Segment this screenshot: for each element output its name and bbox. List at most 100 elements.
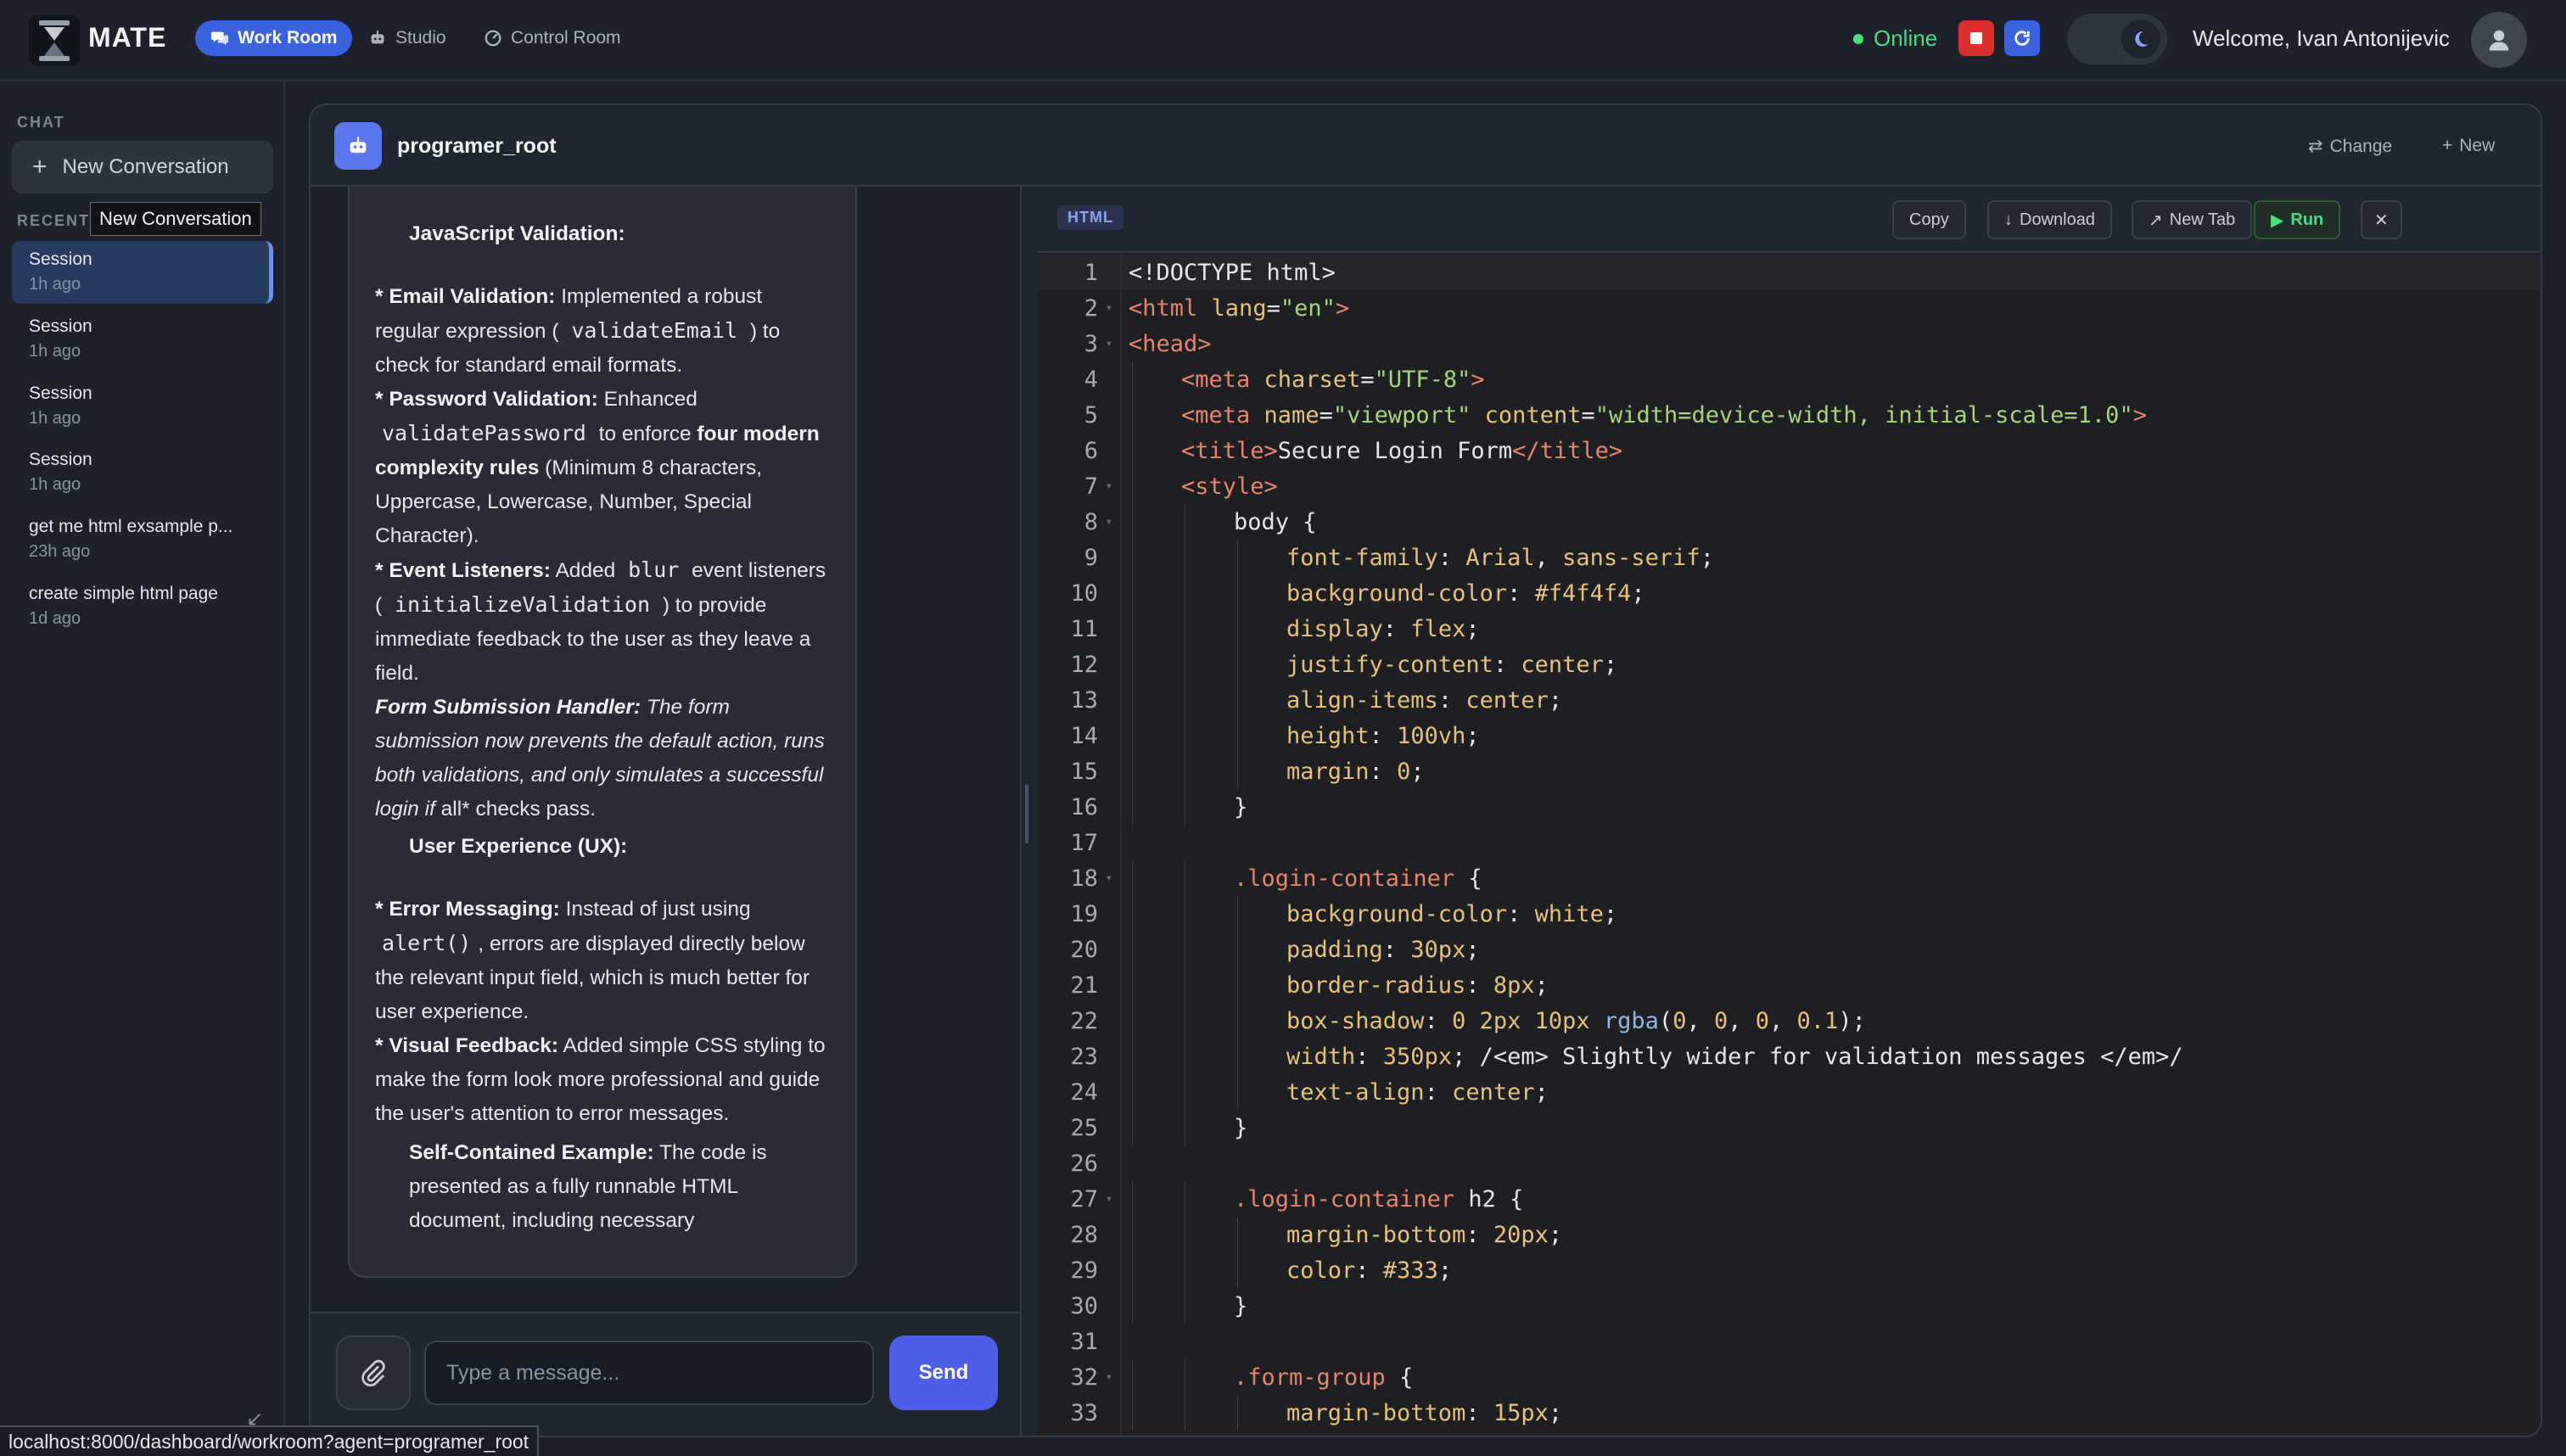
nav-studio-label: Studio (395, 28, 446, 48)
nav-work-room[interactable]: Work Room (195, 20, 353, 56)
change-agent-button[interactable]: ⇄ Change (2308, 136, 2392, 157)
nav-control-room[interactable]: Control Room (468, 20, 636, 56)
line-number: 9 (1084, 544, 1098, 571)
line-number: 2 (1084, 294, 1098, 322)
run-button[interactable]: ▶ Run (2254, 200, 2341, 239)
code-line: 22 box-shadow: 0 2px 10px rgba(0, 0, 0, 0… (1037, 1003, 2541, 1039)
code-line: 23 width: 350px; /<em> Slightly wider for… (1037, 1039, 2541, 1074)
code-line: 2 ▾ <html lang="en"> (1037, 290, 2541, 326)
code-toolbar: HTML Copy ↓ Download ↗ New Tab ▶ Run ✕ (1037, 187, 2541, 253)
code-text: margin-bottom: 20px; (1286, 1221, 1563, 1248)
nav-work-room-label: Work Room (238, 28, 338, 48)
new-button[interactable]: + New (2442, 136, 2495, 156)
line-number: 30 (1070, 1292, 1098, 1319)
external-link-icon: ↗ (2149, 210, 2163, 230)
copy-button[interactable]: Copy (1892, 200, 1966, 239)
line-number: 22 (1070, 1007, 1098, 1034)
line-number: 13 (1070, 686, 1098, 714)
code-line: 12 justify-content: center; (1037, 647, 2541, 682)
send-button[interactable]: Send (889, 1336, 998, 1410)
new-tab-button[interactable]: ↗ New Tab (2132, 200, 2253, 239)
user-avatar[interactable] (2471, 12, 2527, 68)
code-line: 21 border-radius: 8px; (1037, 967, 2541, 1003)
code-text: border-radius: 8px; (1286, 972, 1549, 999)
robot-icon (371, 30, 384, 44)
refresh-button[interactable] (2004, 20, 2040, 56)
code-text: <title>Secure Login Form</title> (1181, 437, 1623, 464)
session-item[interactable]: Session 1h ago (12, 441, 273, 504)
session-time: 1h ago (29, 475, 81, 494)
code-text: box-shadow: 0 2px 10px rgba(0, 0, 0, 0.1… (1286, 1007, 1866, 1034)
logo-icon[interactable] (29, 15, 80, 66)
code-text: .login-container { (1234, 865, 1482, 892)
line-number: 5 (1084, 401, 1098, 428)
code-line: 25} (1037, 1110, 2541, 1145)
copy-label: Copy (1909, 210, 1949, 229)
fold-arrow-icon[interactable]: ▾ (1098, 301, 1120, 315)
code-text: background-color: #f4f4f4; (1286, 580, 1645, 607)
stop-button[interactable] (1958, 20, 1994, 56)
line-number: 21 (1070, 972, 1098, 999)
new-conversation-button[interactable]: + New Conversation (12, 141, 273, 193)
run-label: Run (2290, 210, 2324, 229)
attach-button[interactable] (336, 1336, 411, 1410)
line-number: 23 (1070, 1043, 1098, 1070)
code-text: margin: 0; (1286, 758, 1425, 785)
line-number: 20 (1070, 936, 1098, 963)
chat-bubbles-icon (210, 31, 229, 46)
code-line: 4 <meta charset="UTF-8"> (1037, 361, 2541, 397)
gauge-icon (485, 30, 501, 47)
session-time: 1d ago (29, 609, 81, 628)
new-conversation-tooltip: New Conversation (90, 202, 261, 236)
message-heading: JavaScript Validation: (409, 222, 625, 245)
assistant-message: JavaScript Validation: * Email Validatio… (348, 187, 857, 1278)
line-number: 26 (1070, 1150, 1098, 1177)
message-input[interactable]: Type a message... (424, 1341, 874, 1405)
code-line: 26 (1037, 1145, 2541, 1181)
status-label: Online (1874, 25, 1938, 51)
nav-studio[interactable]: Studio (353, 20, 462, 56)
fold-arrow-icon[interactable]: ▾ (1098, 515, 1120, 529)
code-text: <!DOCTYPE html> (1129, 259, 1336, 286)
session-item[interactable]: Session 1h ago (12, 375, 273, 438)
session-item[interactable]: Session 1h ago (12, 241, 273, 304)
download-button[interactable]: ↓ Download (1987, 200, 2112, 239)
line-number: 1 (1084, 259, 1098, 286)
fold-arrow-icon[interactable]: ▾ (1098, 871, 1120, 885)
workroom-panel: programer_root ⇄ Change + New JavaScript… (309, 104, 2542, 1437)
code-line: 17 (1037, 825, 2541, 860)
line-number: 15 (1070, 758, 1098, 785)
line-number: 31 (1070, 1328, 1098, 1355)
message-paragraph: Form Submission Handler: The form submis… (375, 696, 825, 820)
fold-arrow-icon[interactable]: ▾ (1098, 1370, 1120, 1384)
panel-resize-handle[interactable] (1025, 784, 1028, 843)
status-dot-icon (1853, 33, 1863, 44)
play-icon: ▶ (2271, 210, 2284, 230)
message-paragraph: * Email Validation: Implemented a robust… (375, 285, 781, 377)
fold-arrow-icon[interactable]: ▾ (1098, 337, 1120, 350)
fold-arrow-icon[interactable]: ▾ (1098, 479, 1120, 493)
session-item[interactable]: Session 1h ago (12, 308, 273, 371)
code-text: } (1234, 1114, 1248, 1141)
code-text: background-color: white; (1286, 900, 1618, 927)
fold-arrow-icon[interactable]: ▾ (1098, 1192, 1120, 1206)
download-label: Download (2020, 210, 2095, 229)
code-text: <meta charset="UTF-8"> (1181, 366, 1485, 393)
message-paragraph: * Error Messaging: Instead of just using… (375, 898, 810, 1023)
plus-icon: + (2442, 136, 2453, 155)
code-line: 31 (1037, 1324, 2541, 1359)
code-editor[interactable]: 1 <!DOCTYPE html> 2 ▾ <html lang="en"> 3 ▾ <hea… (1037, 255, 2541, 1436)
session-item[interactable]: get me html exsample p... 23h ago (12, 508, 273, 571)
line-number: 17 (1070, 829, 1098, 856)
session-item[interactable]: create simple html page 1d ago (12, 575, 273, 638)
theme-toggle[interactable] (2067, 14, 2167, 64)
code-text: .login-container h2 { (1234, 1185, 1524, 1212)
close-button[interactable]: ✕ (2361, 200, 2402, 239)
line-number: 32 (1070, 1364, 1098, 1391)
plus-icon: + (32, 153, 48, 181)
line-number: 16 (1070, 793, 1098, 820)
session-title: Session (29, 249, 92, 269)
line-number: 3 (1084, 330, 1098, 357)
chat-column: JavaScript Validation: * Email Validatio… (311, 187, 1022, 1436)
code-line: 18 ▾ .login-container { (1037, 860, 2541, 896)
